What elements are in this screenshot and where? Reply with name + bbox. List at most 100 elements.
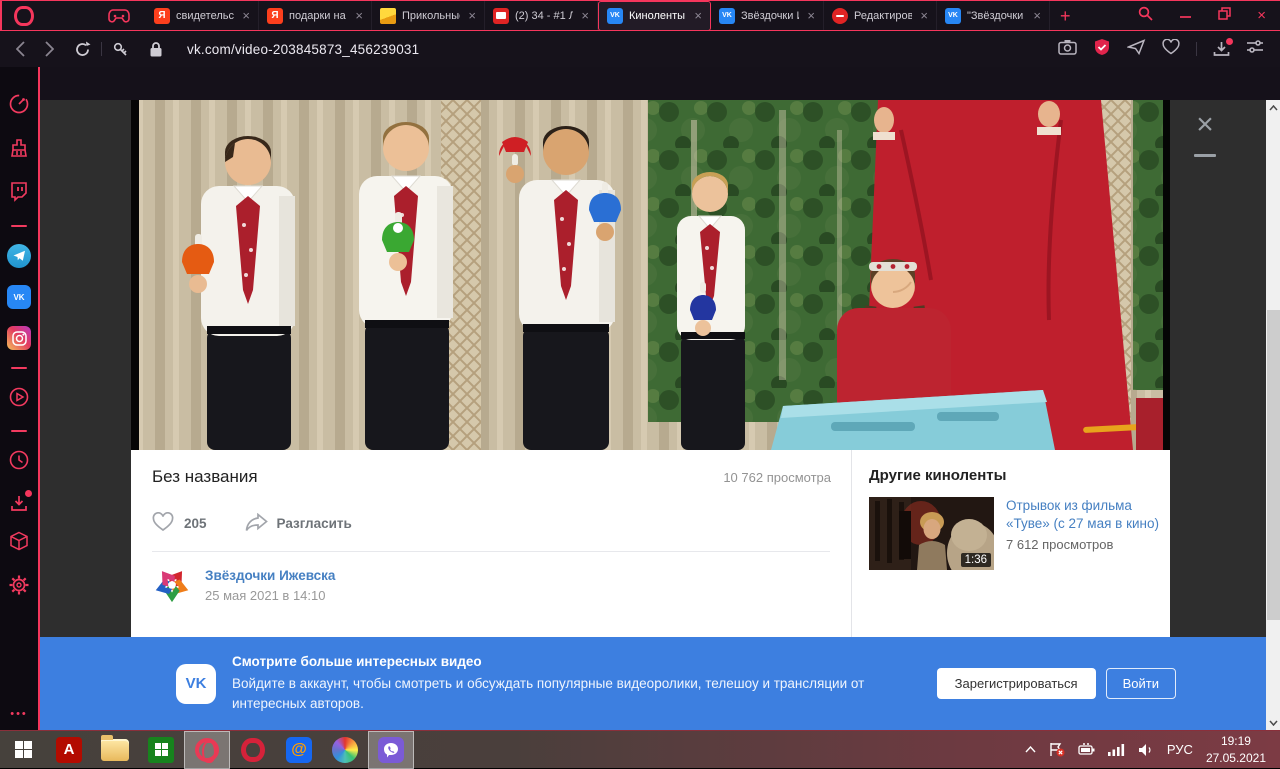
tab-mail[interactable]: (2) 34 - #1 Л ×	[485, 1, 598, 31]
share-arrow-icon[interactable]	[245, 513, 268, 535]
tray-time: 19:19	[1206, 733, 1266, 749]
tab-close-icon[interactable]: ×	[240, 8, 252, 23]
boot-favicon	[380, 8, 396, 24]
like-heart-icon[interactable]	[152, 512, 174, 535]
downloads-icon[interactable]	[1213, 41, 1230, 57]
mail-favicon	[493, 8, 509, 24]
forward-icon[interactable]	[45, 41, 54, 57]
tab-close-icon[interactable]: ×	[353, 8, 365, 23]
address-bar: vk.com/video-203845873_456239031	[0, 30, 1280, 67]
tab-kinolenty-active[interactable]: VK Киноленты З ×	[598, 1, 711, 31]
layer-minimize-icon[interactable]	[1194, 154, 1216, 157]
channel-avatar[interactable]	[152, 565, 192, 605]
tab-svidetelstvo[interactable]: Я свидетельств ×	[146, 1, 259, 31]
reload-icon[interactable]	[74, 41, 91, 58]
opera-taskbar-icon[interactable]	[230, 731, 276, 769]
related-video-item[interactable]: 1:36 Отрывок из фильма «Туве» (с 27 мая …	[869, 497, 1178, 570]
tab-zvezdochki[interactable]: VK Звёздочки И ×	[711, 1, 824, 31]
blocked-favicon	[832, 8, 848, 24]
opera-gx-taskbar-icon[interactable]	[184, 731, 230, 769]
scrollbar-thumb[interactable]	[1267, 310, 1280, 620]
duration-badge: 1:36	[961, 553, 991, 567]
clock[interactable]: 19:19 27.05.2021	[1206, 733, 1270, 765]
viber-taskbar-icon[interactable]	[368, 731, 414, 769]
video-player[interactable]	[131, 100, 1170, 450]
windows-taskbar: A @ РУС 19:19 27.05.2021	[0, 730, 1280, 768]
tab-close-icon[interactable]: ×	[1031, 8, 1043, 23]
tab-bar: Я свидетельств × Я подарки на с × Прикол…	[0, 0, 1280, 30]
mailru-taskbar-icon[interactable]: @	[276, 731, 322, 769]
twitch-icon[interactable]	[9, 181, 29, 208]
layer-close-icon[interactable]: ×	[1188, 110, 1222, 140]
vk-messenger-icon[interactable]: VK	[7, 285, 31, 309]
history-clock-icon[interactable]	[8, 449, 30, 476]
telegram-icon[interactable]	[7, 244, 31, 268]
related-thumbnail[interactable]: 1:36	[869, 497, 994, 570]
like-count[interactable]: 205	[184, 516, 207, 531]
player-icon[interactable]	[8, 386, 30, 413]
tab-redaktirovanie[interactable]: Редактирова ×	[824, 1, 937, 31]
snapshot-camera-icon[interactable]	[1058, 39, 1077, 60]
adblock-shield-icon[interactable]	[1093, 38, 1111, 61]
login-button[interactable]: Войти	[1106, 668, 1176, 699]
tab-podarki[interactable]: Я подарки на с ×	[259, 1, 372, 31]
bookmark-heart-icon[interactable]	[1162, 39, 1180, 60]
register-button[interactable]: Зарегистрироваться	[937, 668, 1096, 699]
video-stage: ×	[40, 100, 1280, 450]
action-flag-icon[interactable]	[1049, 742, 1065, 757]
scroll-down-icon[interactable]	[1266, 715, 1280, 730]
login-banner: VK Смотрите больше интересных видео Войд…	[40, 637, 1280, 730]
settings-gear-icon[interactable]	[8, 574, 30, 601]
tab-close-icon[interactable]: ×	[918, 8, 930, 23]
tab-close-icon[interactable]: ×	[466, 8, 478, 23]
browser-window: Я свидетельств × Я подарки на с × Прикол…	[0, 0, 1280, 730]
video-views: 10 762 просмотра	[723, 470, 831, 485]
tab-zvezdochki-2[interactable]: VK "Звёздочки ×	[937, 1, 1050, 31]
site-key-icon[interactable]	[112, 41, 129, 58]
video-title: Без названия	[152, 467, 258, 487]
video-info-card: Без названия 10 762 просмотра 205 Разгла…	[131, 450, 851, 637]
vk-favicon: VK	[607, 8, 623, 24]
colorwheel-taskbar-icon[interactable]	[322, 731, 368, 769]
channel-name-link[interactable]: Звёздочки Ижевска	[205, 568, 335, 583]
close-window-icon[interactable]: ×	[1257, 7, 1266, 24]
opera-menu-icon[interactable]	[14, 6, 34, 26]
divider	[152, 551, 830, 552]
tab-close-icon[interactable]: ×	[805, 8, 817, 23]
restore-window-icon[interactable]	[1218, 7, 1231, 25]
scroll-up-icon[interactable]	[1266, 100, 1280, 115]
cleaner-brush-icon[interactable]	[8, 137, 30, 164]
system-tray: РУС 19:19 27.05.2021	[1025, 733, 1280, 765]
store-taskbar-icon[interactable]	[138, 731, 184, 769]
page-scrollbar[interactable]	[1266, 100, 1280, 730]
tab-close-icon[interactable]: ×	[692, 8, 704, 23]
url-text[interactable]: vk.com/video-203845873_456239031	[187, 42, 419, 57]
start-button[interactable]	[0, 731, 46, 769]
battery-icon[interactable]	[1078, 743, 1095, 757]
flow-send-icon[interactable]	[1127, 39, 1146, 60]
acrobat-taskbar-icon[interactable]: A	[46, 731, 92, 769]
vk-favicon: VK	[945, 8, 961, 24]
lock-icon[interactable]	[149, 41, 163, 58]
tab-search-icon[interactable]	[1138, 6, 1153, 26]
sidebar-more-icon[interactable]: •••	[10, 708, 28, 720]
gx-corner-icon[interactable]	[108, 8, 130, 24]
extensions-box-icon[interactable]	[8, 530, 30, 557]
tray-expand-icon[interactable]	[1025, 746, 1036, 753]
settings-sliders-icon[interactable]	[1246, 39, 1264, 60]
network-signal-icon[interactable]	[1108, 743, 1125, 756]
volume-icon[interactable]	[1138, 743, 1154, 757]
back-icon[interactable]	[16, 41, 25, 57]
related-title-link[interactable]: Отрывок из фильма «Туве» (с 27 мая в кин…	[1006, 497, 1178, 532]
sidebar-downloads-icon[interactable]	[9, 493, 29, 513]
explorer-taskbar-icon[interactable]	[92, 731, 138, 769]
new-tab-button[interactable]: +	[1060, 7, 1071, 25]
speed-dial-icon[interactable]	[8, 93, 30, 120]
instagram-icon[interactable]	[7, 326, 31, 350]
language-indicator[interactable]: РУС	[1167, 742, 1193, 757]
related-views: 7 612 просмотров	[1006, 537, 1178, 552]
minimize-window-icon[interactable]	[1179, 7, 1192, 25]
share-label[interactable]: Разгласить	[277, 516, 352, 531]
tab-close-icon[interactable]: ×	[579, 8, 591, 23]
tab-prikolnye[interactable]: Прикольные ×	[372, 1, 485, 31]
